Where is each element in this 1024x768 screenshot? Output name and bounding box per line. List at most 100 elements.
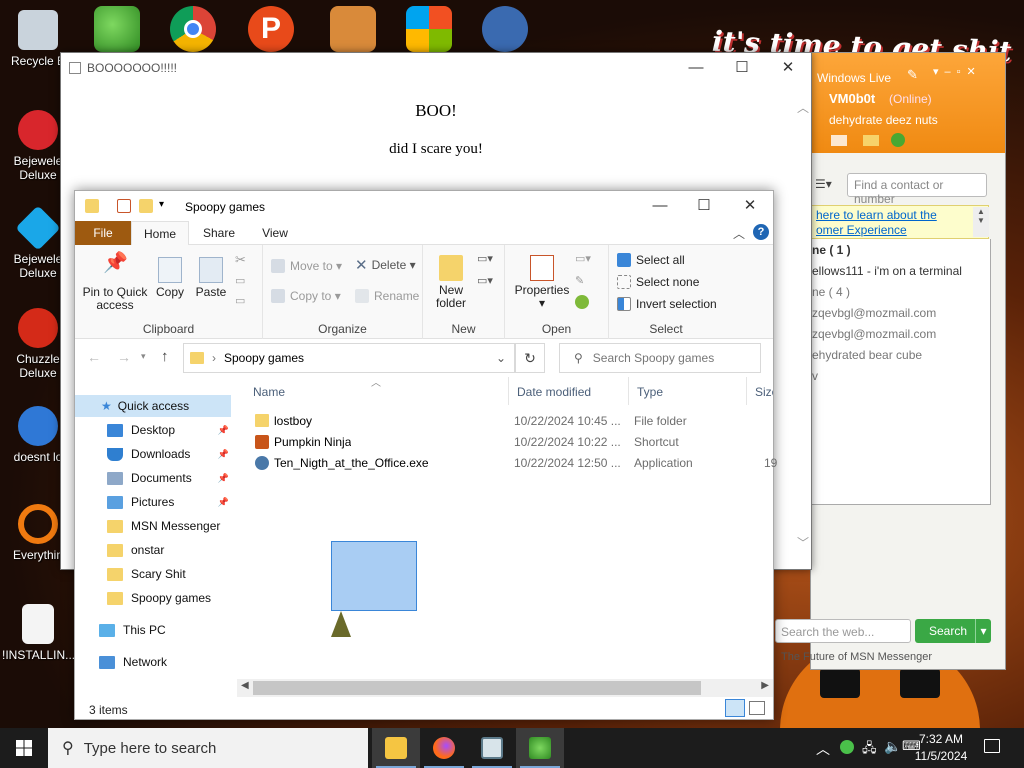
pin-quick-access-button[interactable]: 📌 Pin to Quick access <box>81 253 149 312</box>
customize-quick-access-icon[interactable]: ▾ <box>159 199 164 210</box>
contact-item[interactable]: zqevbgl@mozmail.com <box>812 306 936 320</box>
move-to-button[interactable]: Move to ▾ <box>271 259 342 273</box>
contact-item[interactable]: v <box>812 369 818 383</box>
msn-personal-message[interactable]: dehydrate deez nuts <box>829 113 938 127</box>
delete-button[interactable]: ✕ Delete ▾ <box>355 258 416 273</box>
contact-group[interactable]: ne ( 1 ) <box>812 243 851 257</box>
taskbar-firefox[interactable] <box>420 728 468 768</box>
details-view-icon[interactable] <box>725 699 745 717</box>
taskbar-search-box[interactable]: ⚲ Type here to search <box>48 728 368 768</box>
file-row[interactable]: Pumpkin Ninja 10/22/2024 10:22 ... Short… <box>245 432 775 453</box>
maximize-button[interactable]: ☐ <box>719 53 765 83</box>
web-search-button[interactable]: Search ▾ <box>915 619 991 643</box>
edit-icon[interactable]: ✎ <box>575 275 584 288</box>
file-row[interactable]: Ten_Nigth_at_the_Office.exe 10/22/2024 1… <box>245 453 777 474</box>
msn-footer[interactable]: The Future of MSN Messenger <box>781 651 932 663</box>
column-header-size[interactable]: Size <box>747 377 773 405</box>
new-item-icon[interactable]: ▭▾ <box>477 253 493 266</box>
copy-button[interactable]: Copy <box>153 257 187 299</box>
contact-list-scrollbar[interactable]: ▲ ▼ <box>973 207 989 237</box>
tab-share[interactable]: Share <box>193 221 245 245</box>
forward-button[interactable]: → <box>117 349 131 365</box>
p-app-icon[interactable]: P <box>248 6 294 52</box>
xbox-icon[interactable] <box>891 133 905 147</box>
open-icon[interactable]: ▭▾ <box>575 253 591 266</box>
clock[interactable]: 7:32 AM 11/5/2024 <box>910 731 972 765</box>
contact-item[interactable]: ehydrated bear cube <box>812 348 922 362</box>
dropdown-arrow-icon[interactable]: ▾ <box>975 619 991 643</box>
show-hidden-icons-button[interactable]: ︿ <box>816 739 830 759</box>
column-header-name[interactable]: Name <box>245 377 509 405</box>
minimize-button[interactable]: — <box>637 191 683 221</box>
scroll-right-icon[interactable]: ▶ <box>761 680 769 691</box>
file-row[interactable]: lostboy 10/22/2024 10:45 ... File folder <box>245 411 775 432</box>
paste-button[interactable]: Paste <box>193 257 229 299</box>
explorer-titlebar[interactable]: ▾ Spoopy games — ☐ ✕ <box>75 191 773 221</box>
web-search-input[interactable]: Search the web... <box>775 619 911 643</box>
minimize-button[interactable]: — <box>673 53 719 83</box>
select-all-button[interactable]: Select all <box>617 253 685 267</box>
help-icon[interactable]: ? <box>753 224 769 240</box>
folder-icon[interactable] <box>863 135 879 146</box>
nav-item-documents[interactable]: Documents 📌 <box>75 467 231 489</box>
start-button[interactable] <box>0 728 48 768</box>
close-button[interactable]: ✕ <box>765 53 811 83</box>
boo-scrollbar[interactable]: ︿ ﹀ <box>795 97 811 569</box>
paint-icon[interactable]: ✎ <box>907 67 918 83</box>
nav-this-pc[interactable]: This PC <box>75 619 231 641</box>
cut-icon[interactable]: ✂ <box>235 253 246 266</box>
network-icon[interactable]: 🖧 <box>862 739 877 761</box>
horizontal-scrollbar[interactable]: ◀ ▶ <box>237 679 773 697</box>
collapse-ribbon-icon[interactable]: ︿ <box>733 225 745 242</box>
large-icons-view-icon[interactable] <box>749 701 765 715</box>
windows-logo-icon[interactable] <box>406 6 452 52</box>
msn-tray-icon[interactable] <box>840 740 854 754</box>
up-button[interactable]: ↑ <box>161 348 169 365</box>
nav-item-pictures[interactable]: Pictures 📌 <box>75 491 231 513</box>
properties-button[interactable]: Properties ▾ <box>513 255 571 310</box>
search-input[interactable]: Search Spoopy games <box>593 351 714 365</box>
column-header-type[interactable]: Type <box>629 377 747 405</box>
character-game-icon[interactable] <box>482 6 528 52</box>
desktop-icon-installing[interactable]: !INSTALLIN... <box>2 604 75 662</box>
back-button[interactable]: ← <box>87 349 101 365</box>
paste-shortcut-icon[interactable]: ▭ <box>235 295 245 308</box>
tab-file[interactable]: File <box>75 221 131 245</box>
notification-center-icon[interactable] <box>984 739 1000 753</box>
contact-item[interactable]: ellows111 - i'm on a terminal <box>812 264 962 278</box>
history-icon[interactable] <box>575 295 589 309</box>
nav-item-scary-shit[interactable]: Scary Shit <box>75 563 231 585</box>
find-contact-input[interactable]: Find a contact or number <box>847 173 987 206</box>
nav-quick-access[interactable]: ★ Quick access <box>75 395 231 417</box>
taskbar-msn-messenger[interactable] <box>516 728 564 768</box>
taskbar-file-explorer[interactable] <box>372 728 420 768</box>
rename-button[interactable]: Rename <box>355 289 419 303</box>
breadcrumb[interactable]: Spoopy games <box>224 351 304 365</box>
msn-info-banner[interactable]: here to learn about the omer Experience <box>811 205 989 239</box>
recent-locations-icon[interactable]: ▾ <box>141 351 146 362</box>
nav-item-onstar[interactable]: onstar <box>75 539 231 561</box>
taskbar-app-window[interactable] <box>468 728 516 768</box>
select-none-button[interactable]: Select none <box>617 275 699 289</box>
tab-view[interactable]: View <box>249 221 301 245</box>
mail-icon[interactable] <box>831 135 847 146</box>
view-menu-icon[interactable]: ☰▾ <box>815 177 832 191</box>
taskbar-search-input[interactable]: Type here to search <box>84 740 217 757</box>
scroll-thumb[interactable] <box>253 681 701 695</box>
contact-group[interactable]: ne ( 4 ) <box>812 285 850 299</box>
new-folder-quick-icon[interactable] <box>139 199 153 213</box>
properties-quick-icon[interactable] <box>117 199 131 213</box>
address-dropdown-icon[interactable]: ⌄ <box>496 351 506 365</box>
maximize-button[interactable]: ☐ <box>681 191 727 221</box>
copy-to-button[interactable]: Copy to ▾ <box>271 289 341 303</box>
contact-item[interactable]: zqevbgl@mozmail.com <box>812 327 936 341</box>
easy-access-icon[interactable]: ▭▾ <box>477 275 493 288</box>
msn-status[interactable]: (Online) <box>889 92 932 106</box>
search-box[interactable]: ⚲ Search Spoopy games <box>559 343 761 373</box>
scroll-left-icon[interactable]: ◀ <box>241 680 249 691</box>
address-bar[interactable]: › Spoopy games ⌄ <box>183 343 515 373</box>
chrome-icon[interactable] <box>170 6 216 52</box>
copy-path-icon[interactable]: ▭ <box>235 275 245 288</box>
nav-network[interactable]: Network <box>75 651 231 673</box>
new-folder-button[interactable]: New folder <box>431 255 471 310</box>
